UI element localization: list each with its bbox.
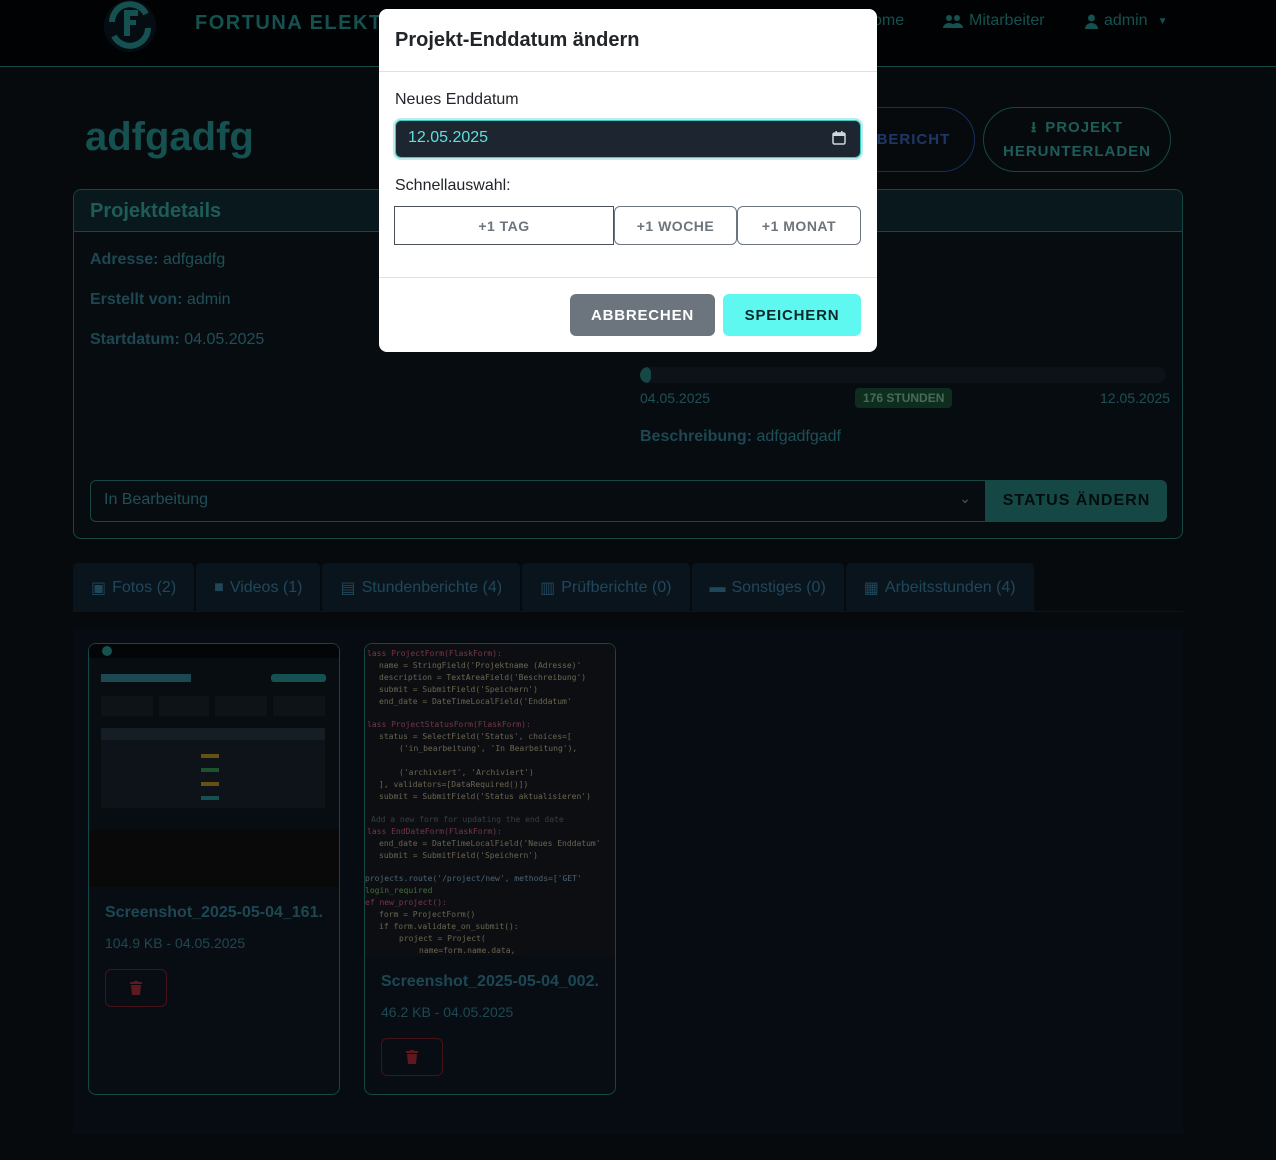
calendar-icon[interactable] (832, 131, 846, 145)
modal-header-divider (379, 71, 877, 72)
quick-select-group: +1 TAG +1 WOCHE +1 MONAT (394, 206, 861, 245)
end-date-label: Neues Enddatum (395, 91, 519, 108)
add-one-month-button[interactable]: +1 MONAT (737, 206, 861, 245)
quick-select-label: Schnellauswahl: (395, 177, 511, 194)
modal-footer-divider (379, 277, 877, 278)
end-date-value: 12.05.2025 (408, 129, 489, 146)
save-button[interactable]: SPEICHERN (723, 294, 861, 336)
add-one-day-button[interactable]: +1 TAG (394, 206, 614, 245)
add-one-week-button[interactable]: +1 WOCHE (614, 206, 737, 245)
end-date-modal: Projekt-Enddatum ändern Neues Enddatum 1… (379, 9, 877, 352)
end-date-input[interactable]: 12.05.2025 (395, 120, 861, 158)
cancel-button[interactable]: ABBRECHEN (570, 294, 715, 336)
modal-title: Projekt-Enddatum ändern (395, 29, 640, 51)
